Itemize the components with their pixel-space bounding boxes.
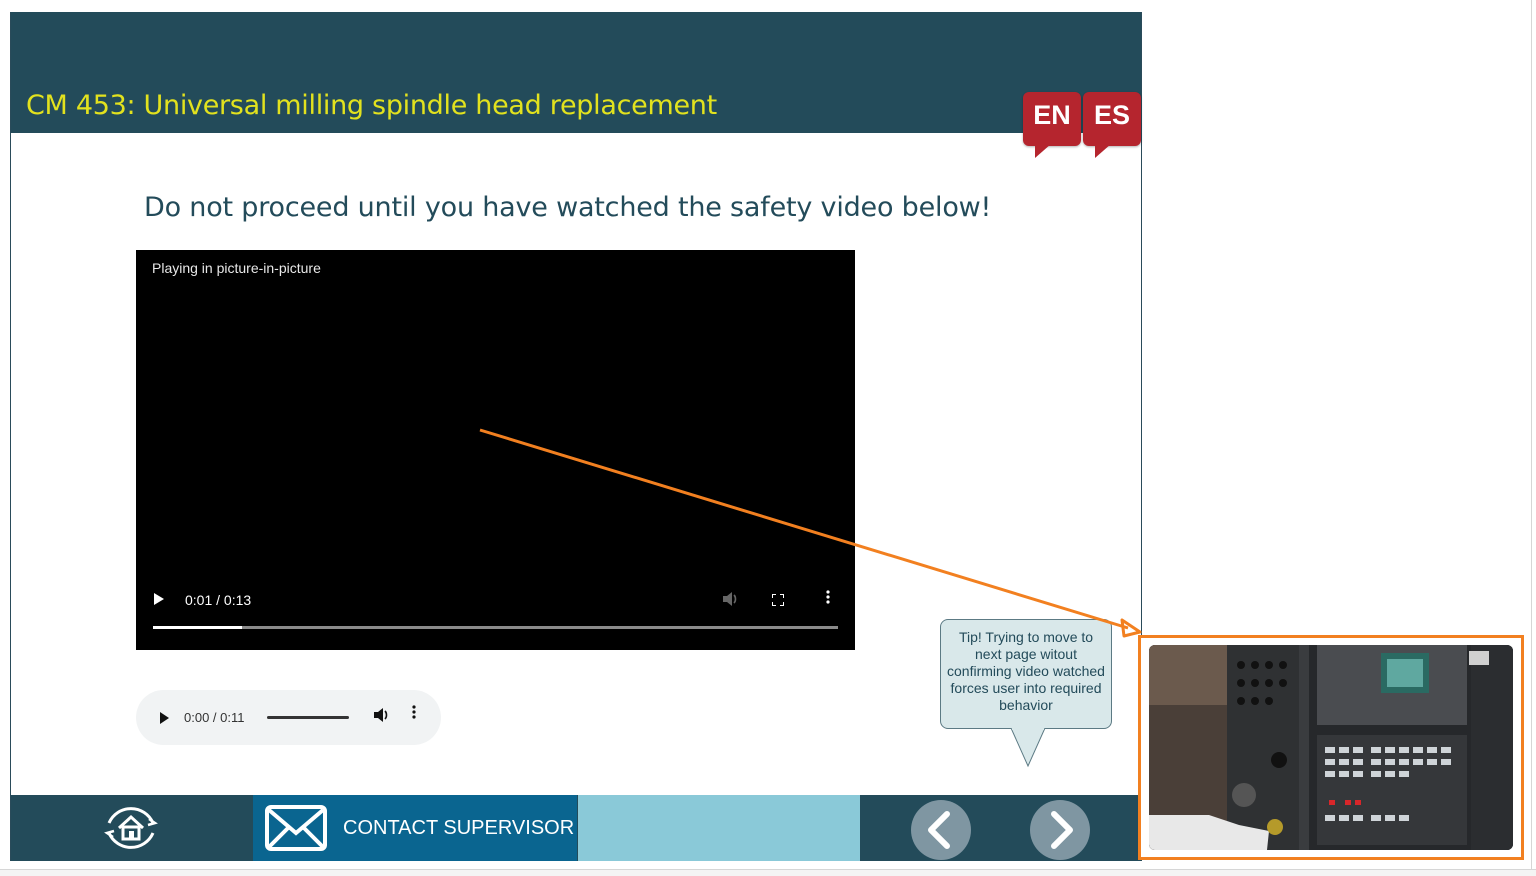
pip-video-frame: [1149, 645, 1513, 850]
page-right-border: [1531, 0, 1532, 870]
cnc-control-panel-image: [1149, 645, 1513, 850]
picture-in-picture-window[interactable]: [1138, 635, 1524, 860]
